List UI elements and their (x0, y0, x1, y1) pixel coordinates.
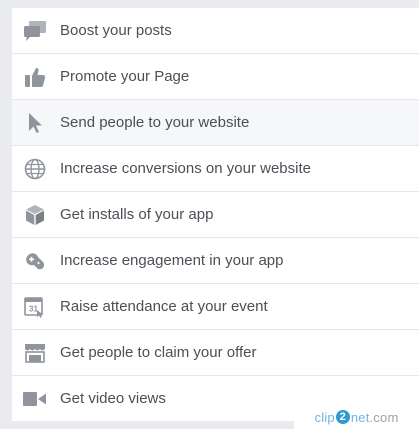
objective-item-send-to-website[interactable]: Send people to your website (12, 100, 419, 146)
objective-label: Raise attendance at your event (60, 298, 268, 315)
objective-item-event-attendance[interactable]: 31 Raise attendance at your event (12, 284, 419, 330)
objective-label: Send people to your website (60, 114, 250, 131)
watermark-prefix: clip (314, 409, 335, 425)
cube-icon (23, 204, 47, 226)
objective-item-boost-posts[interactable]: Boost your posts (12, 8, 419, 54)
watermark-accent: 2 (335, 410, 350, 424)
cursor-icon (23, 112, 47, 134)
calendar-icon: 31 (23, 296, 47, 318)
objective-item-app-installs[interactable]: Get installs of your app (12, 192, 419, 238)
objective-label: Increase engagement in your app (60, 252, 284, 269)
clip2net-watermark: clip 2 net .com (294, 405, 419, 429)
speech-bubbles-icon (23, 20, 47, 42)
objective-item-claim-offer[interactable]: Get people to claim your offer (12, 330, 419, 376)
watermark-middle: net (350, 409, 370, 425)
objective-label: Get installs of your app (60, 206, 214, 223)
globe-icon (23, 158, 47, 180)
objective-label: Boost your posts (60, 22, 172, 39)
objective-label: Increase conversions on your website (60, 160, 311, 177)
video-camera-icon (23, 388, 47, 410)
watermark-suffix: .com (369, 409, 399, 425)
objective-label: Promote your Page (60, 68, 190, 85)
gamepad-icon (23, 250, 47, 272)
objective-label: Get video views (60, 390, 166, 407)
objective-menu: Boost your posts Promote your Page Send … (12, 8, 419, 421)
thumbs-up-icon (23, 66, 47, 88)
objective-item-website-conversions[interactable]: Increase conversions on your website (12, 146, 419, 192)
objective-label: Get people to claim your offer (60, 344, 257, 361)
objective-item-app-engagement[interactable]: Increase engagement in your app (12, 238, 419, 284)
objective-item-promote-page[interactable]: Promote your Page (12, 54, 419, 100)
storefront-icon (23, 342, 47, 364)
